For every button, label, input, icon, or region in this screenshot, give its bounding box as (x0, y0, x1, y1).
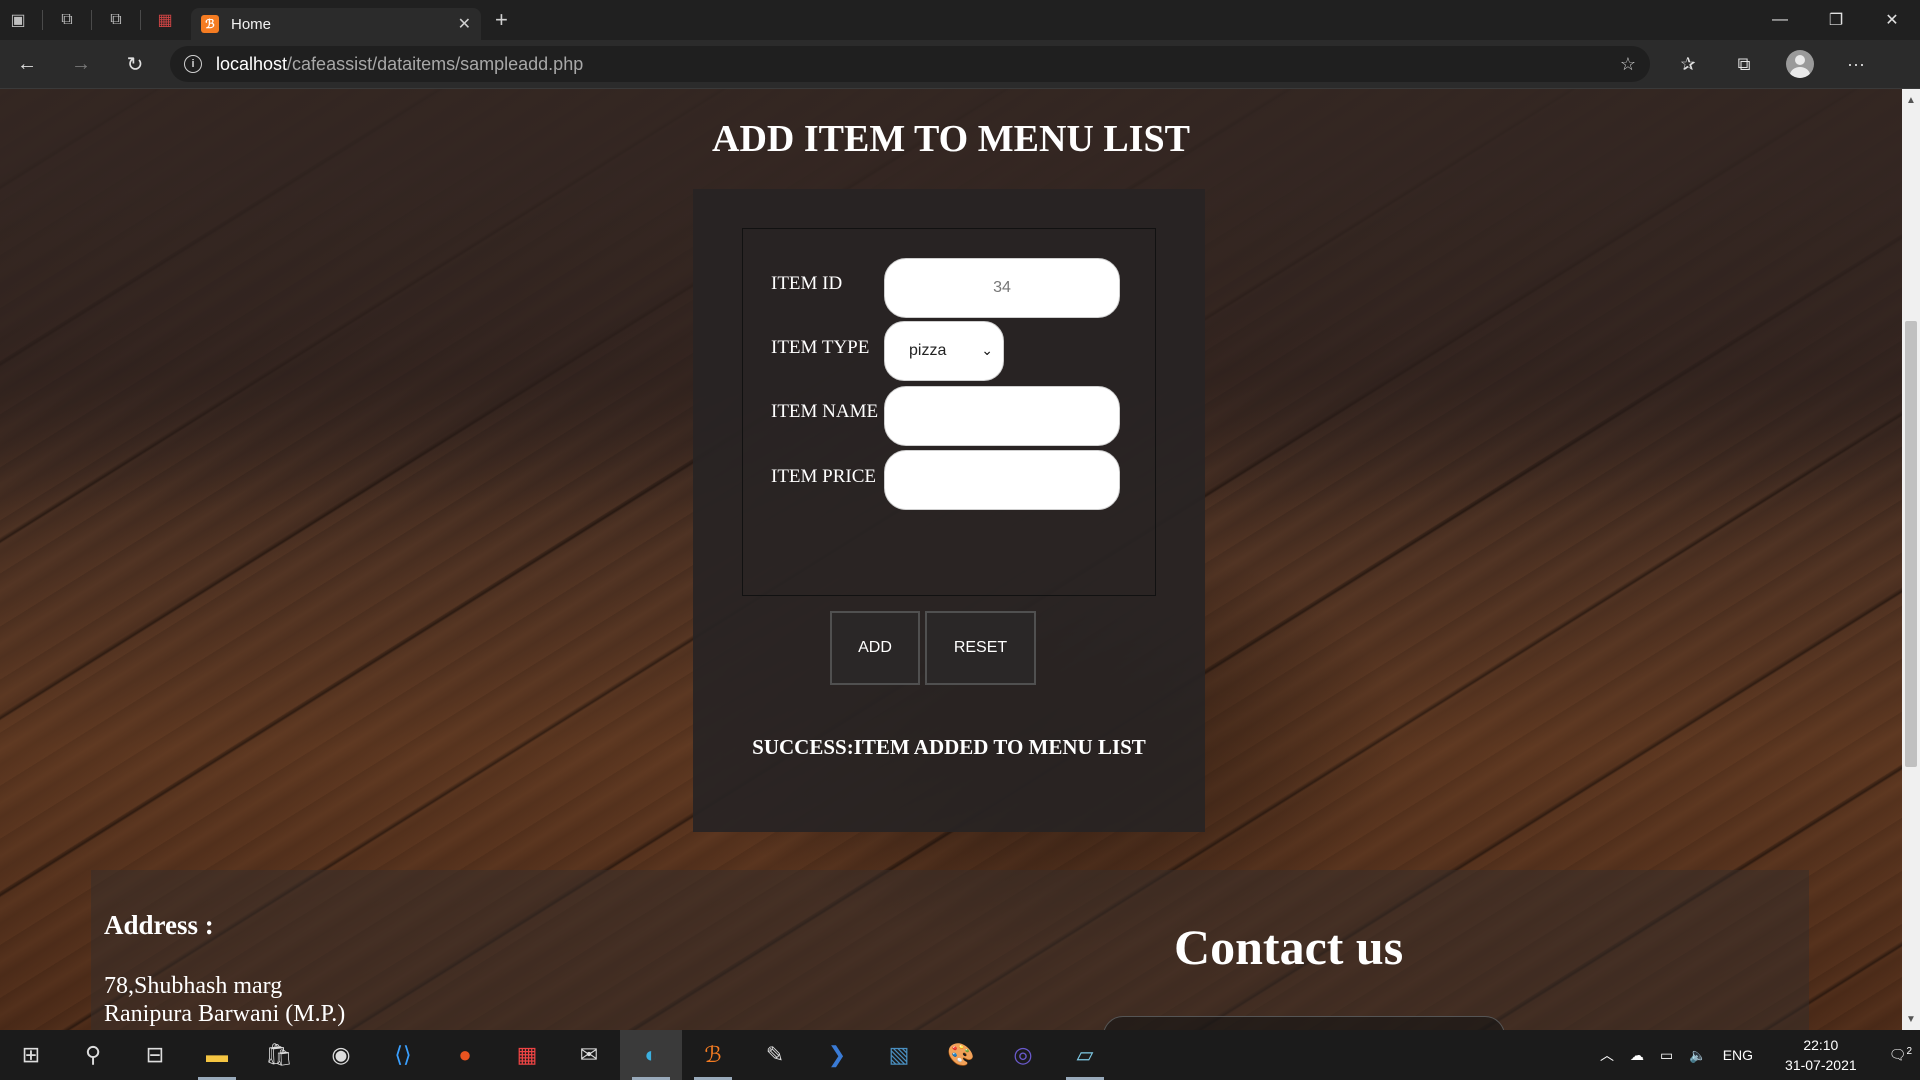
forward-icon[interactable]: → (54, 44, 108, 84)
tab-actions-icon[interactable]: ▣ (0, 0, 36, 40)
tab-separator (140, 10, 141, 30)
item-type-select[interactable]: pizza ⌄ (884, 321, 1004, 381)
browser-tab-bar: ▣ ⧉ ⧉ ▦ ℬ Home ✕ + — ❐ ✕ (0, 0, 1920, 40)
store-icon[interactable]: 🛍 (248, 1030, 310, 1080)
edge-browser-icon[interactable]: ◐ (620, 1030, 682, 1080)
address-heading: Address : (104, 910, 214, 940)
inkscape-icon[interactable]: ✎ (744, 1030, 806, 1080)
language-indicator[interactable]: ENG (1723, 1047, 1753, 1063)
chevron-down-icon: ⌄ (981, 342, 993, 358)
footer: Address : 78,Shubhash marg Ranipura Barw… (91, 870, 1809, 1030)
item-id-input[interactable]: 34 (884, 258, 1120, 318)
task-view-icon[interactable]: ⊟ (124, 1030, 186, 1080)
url-path: /cafeassist/dataitems/sampleadd.php (287, 53, 584, 74)
item-name-input[interactable] (884, 386, 1120, 446)
page-viewport: ADD ITEM TO MENU LIST ITEM ID 34 ITEM TY… (0, 89, 1902, 1030)
browser-toolbar: ✰ ⧉ ··· (1660, 44, 1884, 84)
refresh-icon[interactable]: ↻ (108, 44, 162, 84)
item-id-label: ITEM ID (771, 273, 843, 294)
file-explorer-icon[interactable]: ▬ (186, 1030, 248, 1080)
tab-separator (42, 10, 43, 30)
chevron-up-icon[interactable]: ︿ (1600, 1045, 1614, 1065)
mysql-workbench-icon[interactable]: ▧ (868, 1030, 930, 1080)
clock[interactable]: 22:10 31-07-2021 (1777, 1035, 1865, 1075)
workspace-tab-icon[interactable]: ⧉ (49, 0, 85, 40)
contact-heading: Contact us (1174, 919, 1404, 975)
item-price-input[interactable] (884, 450, 1120, 510)
address-line-2: Ranipura Barwani (M.P.) (104, 1001, 346, 1027)
item-type-selected-value: pizza (909, 342, 947, 359)
url-field[interactable]: i localhost /cafeassist/dataitems/sample… (170, 46, 1650, 82)
volume-icon[interactable]: 🔈 (1689, 1047, 1706, 1064)
notifications-icon[interactable]: 🗨2 (1889, 1046, 1912, 1064)
paint-icon[interactable]: 🎨 (930, 1030, 992, 1080)
profile-avatar-icon[interactable] (1786, 50, 1814, 78)
contact-input[interactable] (1103, 1016, 1505, 1030)
site-info-icon[interactable]: i (184, 55, 202, 73)
page-scrollbar[interactable]: ▲ ▼ (1902, 89, 1920, 1030)
system-tray: ︿ ☁ ▭ 🔈 ENG 22:10 31-07-2021 🗨2 (1592, 1030, 1920, 1080)
address-bar-row: ← → ↻ i localhost /cafeassist/dataitems/… (0, 40, 1920, 89)
notification-count: 2 (1906, 1046, 1912, 1058)
address-line-1: 78,Shubhash marg (104, 973, 283, 999)
window-controls: — ❐ ✕ (1752, 0, 1920, 40)
powershell-icon[interactable]: ❯ (806, 1030, 868, 1080)
back-icon[interactable]: ← (0, 44, 54, 84)
vscode-icon[interactable]: ⟨⟩ (372, 1030, 434, 1080)
pinned-tab-icon[interactable]: ▦ (147, 0, 183, 40)
add-favorite-icon[interactable]: ☆ (1620, 54, 1636, 75)
close-window-icon[interactable]: ✕ (1864, 0, 1920, 40)
mail-icon[interactable]: ✉ (558, 1030, 620, 1080)
page-title: ADD ITEM TO MENU LIST (712, 118, 1190, 160)
restore-icon[interactable]: ❐ (1808, 0, 1864, 40)
reset-button[interactable]: RESET (925, 611, 1036, 685)
windows-start-icon[interactable]: ⊞ (0, 1030, 62, 1080)
obs-icon[interactable]: ◉ (310, 1030, 372, 1080)
close-tab-icon[interactable]: ✕ (458, 14, 471, 34)
workspace-tab-icon[interactable]: ⧉ (98, 0, 134, 40)
add-item-fieldset: ITEM ID 34 ITEM TYPE pizza ⌄ ITEM NAME I… (742, 228, 1156, 596)
scroll-thumb[interactable] (1905, 321, 1917, 767)
status-message: SUCCESS:ITEM ADDED TO MENU LIST (752, 735, 1146, 759)
tab-separator (91, 10, 92, 30)
item-name-label: ITEM NAME (771, 401, 879, 422)
scroll-down-icon[interactable]: ▼ (1902, 1010, 1920, 1028)
onedrive-icon[interactable]: ☁ (1630, 1047, 1644, 1064)
new-tab-icon[interactable]: + (495, 7, 508, 33)
add-button[interactable]: ADD (830, 611, 920, 685)
favorites-icon[interactable]: ✰ (1660, 44, 1716, 84)
tab-home[interactable]: ℬ Home ✕ (191, 8, 481, 40)
eclipse-icon[interactable]: ◎ (992, 1030, 1054, 1080)
xampp-favicon-icon: ℬ (201, 15, 219, 33)
tab-title: Home (231, 15, 272, 33)
more-options-icon[interactable]: ··· (1828, 44, 1884, 84)
add-item-panel: ITEM ID 34 ITEM TYPE pizza ⌄ ITEM NAME I… (693, 189, 1205, 832)
minimize-icon[interactable]: — (1752, 0, 1808, 40)
clock-time: 22:10 (1803, 1037, 1839, 1053)
taskbar: ⊞ ⚲ ⊟ ▬ 🛍 ◉ ⟨⟩ ● ▦ ✉ ◐ ℬ ✎ ❯ ▧ 🎨 ◎ ▱ ︿ ☁… (0, 1030, 1920, 1080)
scroll-up-icon[interactable]: ▲ (1902, 91, 1920, 109)
battery-icon[interactable]: ▭ (1660, 1047, 1673, 1064)
office-icon[interactable]: ▦ (496, 1030, 558, 1080)
collections-icon[interactable]: ⧉ (1716, 44, 1772, 84)
url-host: localhost (216, 53, 288, 74)
ubuntu-icon[interactable]: ● (434, 1030, 496, 1080)
notepad-icon[interactable]: ▱ (1054, 1030, 1116, 1080)
clock-date: 31-07-2021 (1785, 1057, 1857, 1073)
item-price-label: ITEM PRICE (771, 466, 877, 487)
item-type-label: ITEM TYPE (771, 337, 870, 358)
xampp-icon[interactable]: ℬ (682, 1030, 744, 1080)
search-icon[interactable]: ⚲ (62, 1030, 124, 1080)
